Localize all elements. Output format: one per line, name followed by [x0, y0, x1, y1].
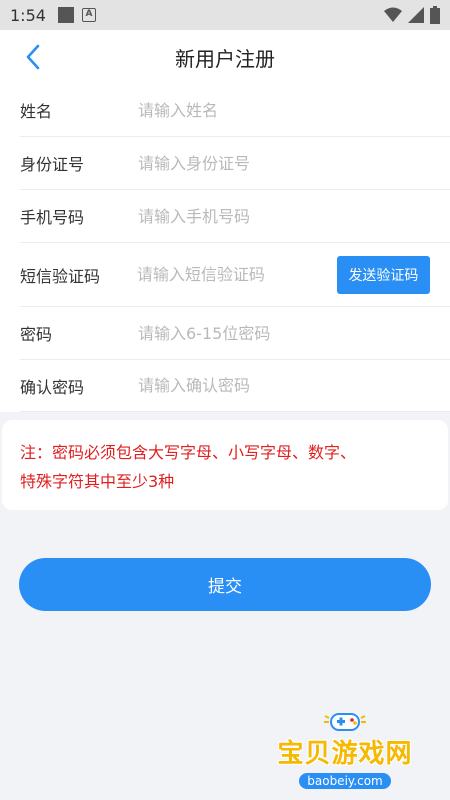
battery-icon — [430, 6, 440, 24]
gamepad-icon — [324, 713, 366, 731]
status-time: 1:54 — [10, 5, 46, 25]
id-number-input[interactable] — [138, 148, 430, 178]
page-title: 新用户注册 — [175, 46, 275, 71]
password-row: 密码 — [20, 307, 450, 360]
id-number-row: 身份证号 — [20, 137, 450, 190]
notice-line-2: 特殊字符其中至少3种 — [20, 472, 175, 491]
phone-label: 手机号码 — [20, 208, 85, 227]
confirm-password-input[interactable] — [138, 370, 430, 401]
watermark-brand: 宝贝游戏网 — [277, 739, 413, 769]
nav-bar: 新用户注册 — [0, 30, 450, 84]
name-label: 姓名 — [20, 102, 53, 121]
notice-line-1: 注：密码必须包含大写字母、小写字母、数字、 — [20, 443, 357, 462]
wifi-icon — [384, 7, 402, 22]
phone-input[interactable] — [138, 201, 430, 231]
registration-form: 姓名 身份证号 手机号码 短信验证码 发送验证码 密码 确认密码 — [0, 84, 450, 412]
phone-row: 手机号码 — [20, 190, 450, 243]
watermark: 宝贝游戏网 baobeiy.com — [270, 708, 420, 789]
password-rule-notice: 注：密码必须包含大写字母、小写字母、数字、 特殊字符其中至少3种 — [2, 420, 448, 510]
sms-code-row: 短信验证码 发送验证码 — [20, 243, 450, 307]
submit-button[interactable]: 提交 — [19, 558, 431, 611]
chevron-left-icon — [26, 44, 40, 70]
notification-icon — [57, 7, 74, 23]
signal-icon — [408, 7, 424, 23]
name-row: 姓名 — [20, 84, 450, 137]
back-button[interactable] — [20, 42, 50, 72]
name-input[interactable] — [138, 95, 430, 125]
status-bar: 1:54 A — [0, 0, 450, 30]
sms-code-label: 短信验证码 — [20, 266, 101, 286]
password-input[interactable] — [138, 318, 430, 348]
send-code-button[interactable]: 发送验证码 — [336, 255, 430, 294]
sms-code-input[interactable] — [136, 259, 337, 290]
confirm-password-row: 确认密码 — [20, 360, 450, 412]
watermark-url: baobeiy.com — [299, 773, 391, 789]
status-indicators — [384, 6, 440, 24]
a-app-icon: A — [81, 8, 96, 22]
password-label: 密码 — [20, 325, 53, 344]
id-number-label: 身份证号 — [20, 155, 85, 174]
confirm-password-label: 确认密码 — [20, 377, 85, 397]
